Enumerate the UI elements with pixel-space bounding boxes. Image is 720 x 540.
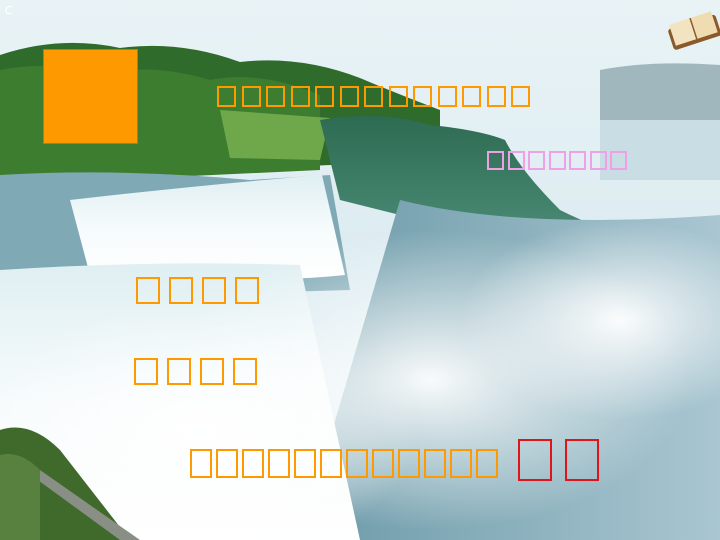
line-a-glyph [235,277,259,304]
line-b-glyph [200,358,224,385]
line-b-glyph [167,358,191,385]
subtitle-glyph [569,151,586,170]
line-c-glyph [346,449,368,478]
subtitle-glyph [507,151,525,170]
title-glyph [364,86,383,107]
line-a-glyph [136,277,160,304]
title-glyph [388,86,408,107]
line-c-glyph [268,449,290,478]
title-glyph [437,86,457,107]
line-b-glyph [134,358,158,385]
line-c-glyph [476,449,498,478]
title-glyph [339,86,359,107]
line-c-glyph [450,449,472,478]
title-glyph [290,86,310,107]
line-c-glyph [242,449,264,478]
line-c-glyph [320,449,342,478]
slide-title [217,86,536,107]
line-c-glyph [372,449,394,478]
text-line-a [136,277,268,304]
subtitle-glyph [528,151,545,170]
emphasis-glyph [518,439,552,481]
title-glyph [413,86,432,107]
subtitle-glyph [589,151,607,170]
title-glyph [217,86,236,107]
text-line-c [190,449,502,478]
title-glyph [462,86,481,107]
line-b-glyph [233,358,257,385]
subtitle-glyph [548,151,566,170]
slide-subtitle [487,151,631,170]
line-a-glyph [169,277,193,304]
corner-mark: C [5,4,13,17]
text-line-c-emphasis [518,439,612,481]
subtitle-glyph [610,151,627,170]
open-book-icon [665,18,720,58]
title-glyph [266,86,285,107]
title-glyph [241,86,261,107]
line-c-glyph [190,449,212,478]
text-line-b [134,358,266,385]
title-glyph [511,86,530,107]
line-c-glyph [294,449,316,478]
line-c-glyph [424,449,446,478]
title-glyph [486,86,506,107]
orange-square [43,49,138,144]
title-glyph [315,86,334,107]
line-c-glyph [216,449,238,478]
line-c-glyph [398,449,420,478]
emphasis-glyph [565,439,599,481]
subtitle-glyph [487,151,504,170]
line-a-glyph [202,277,226,304]
